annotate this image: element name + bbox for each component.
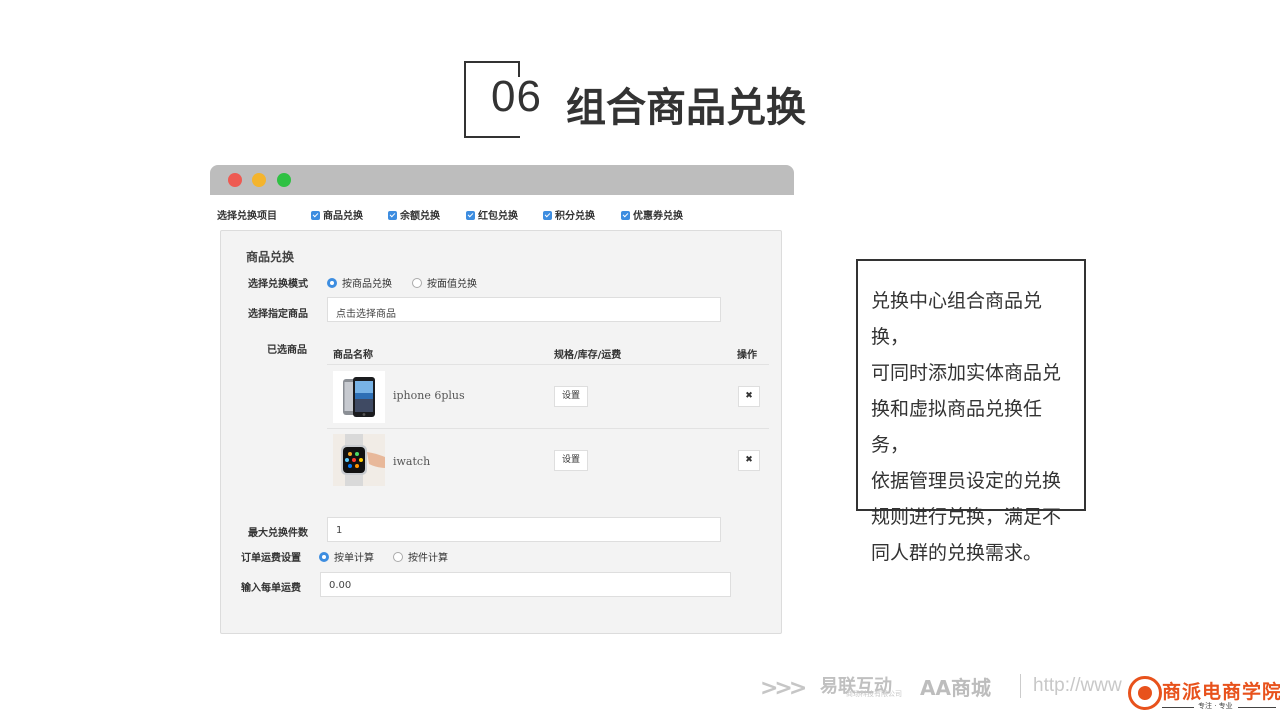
checkbox-checked-icon (543, 211, 552, 220)
iphone-product-image (333, 371, 385, 423)
column-header-name: 商品名称 (333, 350, 373, 361)
footer-divider (1020, 674, 1021, 698)
close-window-icon[interactable] (228, 173, 242, 187)
checkbox-checked-icon (311, 211, 320, 220)
radio-label: 按面值兑换 (427, 279, 477, 290)
checkbox-label: 红包兑换 (478, 211, 518, 222)
checkbox-checked-icon (466, 211, 475, 220)
panel-title: 商品兑换 (246, 250, 295, 264)
slide-number: 06 (491, 72, 542, 121)
footer-url[interactable]: http://www (1033, 675, 1122, 697)
radio-label: 按单计算 (334, 553, 374, 564)
column-header-spec: 规格/库存/运费 (554, 350, 622, 361)
chevrons-icon: >>> (760, 676, 807, 701)
description-line: 可同时添加实体商品兑 (871, 362, 1062, 384)
description-line: 规则进行兑换，满足不 (871, 506, 1062, 528)
radio-per-item[interactable]: 按件计算 (393, 549, 448, 564)
description-line: 同人群的兑换需求。 (871, 542, 1043, 564)
product-exchange-panel: 商品兑换 选择兑换模式 按商品兑换 按面值兑换 选择指定商品 点击选择商品 已选… (220, 230, 782, 634)
radio-label: 按件计算 (408, 553, 448, 564)
checkbox-label: 积分兑换 (555, 211, 595, 222)
shipping-fee-input[interactable]: 0.00 (320, 572, 731, 597)
radio-per-order[interactable]: 按单计算 (319, 549, 374, 564)
checkbox-redpacket-exchange[interactable]: 红包兑换 (466, 207, 518, 222)
brand-logo: 商派电商学院 专注 · 专业 (1124, 668, 1280, 720)
shipping-label: 订单运费设置 (241, 553, 301, 564)
checkbox-points-exchange[interactable]: 积分兑换 (543, 207, 595, 222)
select-product-label: 选择指定商品 (248, 309, 308, 320)
window-titlebar (210, 165, 794, 195)
radio-by-face-value[interactable]: 按面值兑换 (412, 275, 477, 290)
radio-by-product[interactable]: 按商品兑换 (327, 275, 392, 290)
brand-underline (1238, 707, 1276, 708)
minimize-window-icon[interactable] (252, 173, 266, 187)
product-settings-button[interactable]: 设置 (554, 450, 588, 471)
maximize-window-icon[interactable] (277, 173, 291, 187)
exchange-types-label: 选择兑换项目 (217, 211, 277, 222)
checkbox-balance-exchange[interactable]: 余额兑换 (388, 207, 440, 222)
checkbox-product-exchange[interactable]: 商品兑换 (311, 207, 363, 222)
brand-underline (1162, 707, 1194, 708)
select-product-input[interactable]: 点击选择商品 (327, 297, 721, 322)
mode-label: 选择兑换模式 (248, 279, 308, 290)
product-name: iwatch (393, 455, 431, 468)
checkbox-checked-icon (621, 211, 630, 220)
checkbox-label: 余额兑换 (400, 211, 440, 222)
column-header-action: 操作 (737, 350, 757, 361)
brand-emblem-icon (1128, 676, 1162, 710)
product-settings-button[interactable]: 设置 (554, 386, 588, 407)
radio-selected-icon (327, 278, 337, 288)
aa-mall-logo: AA商城 (920, 676, 991, 700)
radio-selected-icon (319, 552, 329, 562)
brand-name: 商派电商学院 (1162, 681, 1280, 703)
checkbox-coupon-exchange[interactable]: 优惠券兑换 (621, 207, 683, 222)
delete-product-button[interactable]: ✖ (738, 450, 760, 471)
shipping-fee-label: 输入每单运费 (241, 583, 301, 594)
table-row-divider (327, 428, 769, 429)
product-name: iphone 6plus (393, 389, 465, 402)
yilian-logo-subtitle: 商场科技有限公司 (846, 690, 902, 698)
radio-unselected-icon (393, 552, 403, 562)
slide-title-text: 组合商品兑换 (566, 85, 806, 131)
checkbox-label: 优惠券兑换 (633, 211, 683, 222)
delete-product-button[interactable]: ✖ (738, 386, 760, 407)
selected-products-label: 已选商品 (267, 345, 307, 356)
description-line: 换和虚拟商品兑换任务， (871, 398, 1043, 456)
brand-slogan: 专注 · 专业 (1198, 702, 1233, 710)
max-count-input[interactable]: 1 (327, 517, 721, 542)
checkbox-checked-icon (388, 211, 397, 220)
exchange-types-row: 选择兑换项目 商品兑换 余额兑换 红包兑换 积分兑换 优惠券兑换 (217, 206, 787, 222)
checkbox-label: 商品兑换 (323, 211, 363, 222)
browser-window: 选择兑换项目 商品兑换 余额兑换 红包兑换 积分兑换 优惠券兑换 商品兑换 选择… (210, 165, 794, 641)
description-line: 依据管理员设定的兑换 (871, 470, 1062, 492)
table-header-divider (327, 364, 769, 365)
radio-label: 按商品兑换 (342, 279, 392, 290)
description-box: 兑换中心组合商品兑换， 可同时添加实体商品兑 换和虚拟商品兑换任务， 依据管理员… (856, 259, 1086, 564)
description-line: 兑换中心组合商品兑换， (871, 290, 1043, 348)
footer: >>> 易联互动 商场科技有限公司 AA商城 http://www 商派电商学院… (760, 668, 1280, 720)
iwatch-product-image (333, 434, 385, 486)
radio-unselected-icon (412, 278, 422, 288)
max-count-label: 最大兑换件数 (248, 528, 308, 539)
